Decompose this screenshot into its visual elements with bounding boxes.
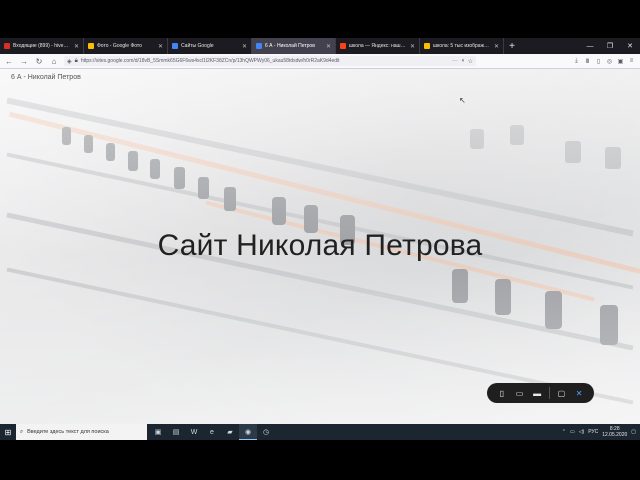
taskbar-clock[interactable]: 8:28 12.05.2020 (602, 426, 627, 438)
shield-icon[interactable]: ◈ (67, 58, 72, 65)
tab-title: школа — Яндекс: нашлось 2 ... (349, 43, 407, 49)
yandex-icon (340, 43, 346, 49)
system-tray: ⌃ ▭ ◁) РУС 8:28 12.05.2020 ▢ (562, 426, 640, 438)
clock-date: 12.05.2020 (602, 432, 628, 438)
divider (548, 387, 550, 399)
address-bar[interactable]: ◈ 🔒︎ https://sites.google.com/d/18vB_5Sm… (64, 56, 476, 66)
tab-yandex-search[interactable]: школа — Яндекс: нашлось 2 ... ✕ (336, 38, 420, 54)
tab-mail[interactable]: Входящие (899) - hivenbor@ya... ✕ (0, 38, 84, 54)
plus-icon[interactable]: + (504, 38, 520, 54)
yandex-images-icon (424, 43, 430, 49)
bookmark-star-icon[interactable]: ☆ (468, 58, 473, 65)
word-icon[interactable]: W (185, 424, 203, 440)
url-text[interactable]: https://sites.google.com/d/18vB_5Smmk65G… (81, 58, 449, 64)
task-view-icon[interactable]: ▣ (149, 424, 167, 440)
sidebar-icon[interactable]: ▯ (594, 58, 603, 65)
comment-icon[interactable]: ▢ (555, 389, 567, 398)
extension-icon[interactable]: ◎ (605, 58, 614, 65)
edge-icon[interactable]: e (203, 424, 221, 440)
library-icon[interactable]: Ⅲ (583, 58, 592, 65)
close-window-icon[interactable]: ✕ (620, 38, 640, 54)
taskbar-search-box[interactable]: ⌕ Введите здесь текст для поиска (16, 424, 147, 440)
tab-title: школа: 5 тыс изображений н... (433, 43, 491, 49)
close-tab-icon[interactable]: ✕ (242, 43, 247, 50)
forward-arrow-icon[interactable]: → (18, 55, 30, 67)
pinned-apps: ▣ ▤ W e ▰ ◉ ◷ (149, 424, 275, 440)
addon-icon[interactable]: ▣ (616, 58, 625, 65)
browser-tools: ⤓ Ⅲ ▯ ◎ ▣ ≡ (572, 58, 636, 65)
tab-title: 6 А - Николай Петров (265, 43, 315, 49)
pocket-icon[interactable]: ◖ (461, 58, 465, 64)
tab-google-photos[interactable]: Фото - Google Фото ✕ (84, 38, 168, 54)
home-icon[interactable]: ⌂ (48, 55, 60, 67)
window-controls: — ❐ ✕ (580, 38, 640, 54)
google-sites-icon (256, 43, 262, 49)
gmail-icon (4, 43, 10, 49)
lock-icon[interactable]: 🔒︎ (75, 58, 78, 65)
mouse-cursor-icon: ↖ (459, 96, 466, 105)
reload-icon[interactable]: ↻ (33, 55, 45, 67)
language-indicator[interactable]: РУС (588, 429, 598, 435)
site-name[interactable]: 6 А - Николай Петров (11, 74, 81, 81)
volume-icon[interactable]: ◁) (579, 429, 585, 435)
close-tab-icon[interactable]: ✕ (494, 43, 499, 50)
tab-title: Входящие (899) - hivenbor@ya... (13, 43, 71, 49)
windows-taskbar: ⊞ ⌕ Введите здесь текст для поиска ▣ ▤ W… (0, 424, 640, 440)
phone-icon[interactable]: ▯ (496, 389, 508, 398)
minimize-icon[interactable]: — (580, 38, 600, 54)
download-icon[interactable]: ⤓ (572, 58, 581, 65)
preview-device-toolbar: ▯ ▭ ▬ ▢ ✕ (487, 383, 594, 403)
maximize-icon[interactable]: ❐ (600, 38, 620, 54)
close-tab-icon[interactable]: ✕ (158, 43, 163, 50)
notifications-icon[interactable]: ▢ (631, 429, 636, 435)
hero-title: Сайт Николая Петрова (157, 229, 483, 262)
firefox-icon[interactable]: ◉ (239, 424, 257, 440)
windows-start-icon[interactable]: ⊞ (0, 424, 16, 440)
page-actions-icon[interactable]: ··· (452, 58, 458, 64)
search-placeholder: Введите здесь текст для поиска (27, 429, 109, 435)
close-icon[interactable]: ✕ (573, 389, 585, 398)
site-page: 6 А - Николай Петров Сайт Николая Петров… (0, 69, 640, 440)
navigation-toolbar: ← → ↻ ⌂ ◈ 🔒︎ https://sites.google.com/d/… (0, 54, 640, 69)
tab-google-sites[interactable]: Сайты Google ✕ (168, 38, 252, 54)
tab-yandex-images[interactable]: школа: 5 тыс изображений н... ✕ (420, 38, 504, 54)
laptop-icon[interactable]: ▬ (531, 389, 543, 398)
browser-tab-strip: Входящие (899) - hivenbor@ya... ✕ Фото -… (0, 38, 640, 54)
back-arrow-icon[interactable]: ← (3, 55, 15, 67)
tab-active-site[interactable]: 6 А - Николай Петров ✕ (252, 38, 336, 54)
search-icon: ⌕ (20, 428, 24, 435)
clock-app-icon[interactable]: ◷ (257, 424, 275, 440)
network-icon[interactable]: ▭ (570, 429, 575, 435)
close-tab-icon[interactable]: ✕ (74, 43, 79, 50)
tablet-icon[interactable]: ▭ (513, 389, 525, 398)
screen: Входящие (899) - hivenbor@ya... ✕ Фото -… (0, 38, 640, 440)
chevron-up-icon[interactable]: ⌃ (562, 429, 566, 435)
google-photos-icon (88, 43, 94, 49)
store-icon[interactable]: ▤ (167, 424, 185, 440)
tab-title: Сайты Google (181, 43, 214, 49)
tab-title: Фото - Google Фото (97, 43, 142, 49)
explorer-folder-icon[interactable]: ▰ (221, 424, 239, 440)
close-tab-icon[interactable]: ✕ (410, 43, 415, 50)
close-tab-icon[interactable]: ✕ (326, 43, 331, 50)
menu-icon[interactable]: ≡ (627, 58, 636, 65)
google-sites-icon (172, 43, 178, 49)
